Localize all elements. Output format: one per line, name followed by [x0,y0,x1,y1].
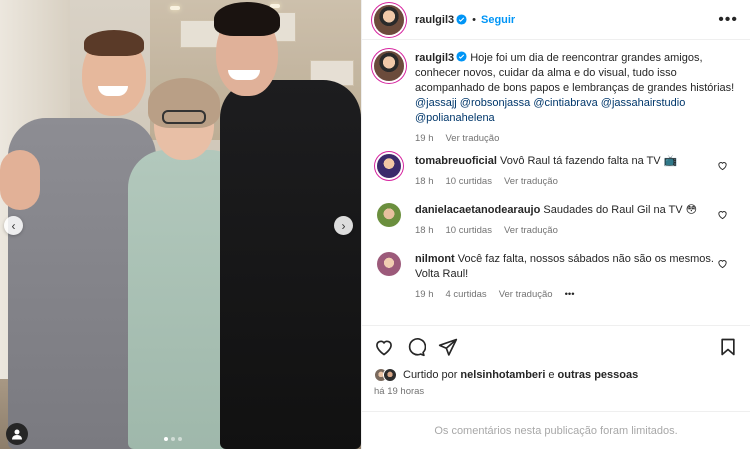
carousel-dot [164,437,168,441]
commenter-avatar[interactable] [377,203,401,227]
other-likers-link[interactable]: outras pessoas [558,369,639,381]
commenter-avatar[interactable] [377,154,401,178]
heart-icon[interactable] [374,337,394,357]
caption-age: 19 h [415,133,434,144]
mention-link[interactable]: @robsonjassa [460,97,530,109]
chevron-left-icon: ‹ [11,218,16,233]
mention-link[interactable]: @jassajj [415,97,457,109]
post-photo[interactable]: ‹ › [0,0,361,449]
likes-summary: Curtido por nelsinhotamberi e outras pes… [374,368,638,382]
bookmark-icon[interactable] [718,337,738,357]
carousel-prev-button[interactable]: ‹ [4,216,23,235]
carousel-indicator [164,437,182,441]
mention-link[interactable]: @polianahelena [415,112,495,124]
comment-item: danielacaetanodearaujo Saudades do Raul … [374,203,738,238]
heart-icon[interactable] [717,209,728,220]
author-username[interactable]: raulgil3 [415,14,454,26]
comment-likes-link[interactable]: 4 curtidas [446,287,487,302]
heart-icon[interactable] [717,258,728,269]
comment-likes-link[interactable]: 10 curtidas [446,174,492,189]
heart-icon[interactable] [717,160,728,171]
user-tag-icon [12,429,22,440]
comment-more-icon[interactable]: ••• [565,287,575,302]
see-translation-link[interactable]: Ver tradução [504,223,558,238]
instagram-post: ‹ › raulgil3 • Seguir ••• raulgil3 Hoje … [0,0,750,449]
chevron-right-icon: › [341,218,346,233]
see-translation-link[interactable]: Ver tradução [499,287,553,302]
carousel-next-button[interactable]: › [334,216,353,235]
comment-item: tomabreuoficial Vovô Raul tá fazendo fal… [374,154,738,189]
comment-age: 18 h [415,176,434,187]
likes-connector: e [548,369,555,381]
comment-likes-link[interactable]: 10 curtidas [446,223,492,238]
caption-username[interactable]: raulgil3 [415,52,454,64]
comment-username[interactable]: nilmont [415,253,455,265]
comment-icon[interactable] [406,337,426,357]
comment-item: nilmont Você faz falta, nossos sábados n… [374,252,738,302]
share-icon[interactable] [438,337,458,357]
comment-text: Vovô Raul tá fazendo falta na TV 📺 [499,155,678,167]
comment-text: Você faz falta, nossos sábados não são o… [415,253,714,280]
likes-prefix: Curtido por [403,369,458,381]
see-translation-link[interactable]: Ver tradução [504,174,558,189]
liker-username[interactable]: nelsinhotamberi [460,369,545,381]
commenter-avatar[interactable] [377,252,401,276]
author-avatar[interactable] [374,4,404,35]
carousel-dot [178,437,182,441]
comments-limited-notice: Os comentários nesta publicação foram li… [362,411,750,449]
post-caption: raulgil3 Hoje foi um dia de reencontrar … [374,51,738,146]
see-translation-link[interactable]: Ver tradução [446,131,500,146]
post-timestamp: há 19 horas [374,386,425,397]
comment-username[interactable]: tomabreuoficial [415,155,497,167]
post-action-bar [362,325,750,367]
comment-age: 18 h [415,225,434,236]
comment-text: Saudades do Raul Gil na TV 😳 [543,204,698,216]
mention-link[interactable]: @jassahairstudio [601,97,686,109]
comment-age: 19 h [415,289,434,300]
comments-list: raulgil3 Hoje foi um dia de reencontrar … [362,41,750,324]
follow-button[interactable]: Seguir [481,14,515,26]
header-separator: • [472,13,476,26]
tagged-users-button[interactable] [6,423,28,445]
carousel-dot [171,437,175,441]
comment-username[interactable]: danielacaetanodearaujo [415,204,540,216]
more-options-icon[interactable]: ••• [718,11,738,28]
post-header: raulgil3 • Seguir ••• [362,0,750,40]
verified-badge-icon [456,51,467,62]
liker-avatar [383,368,397,382]
author-avatar[interactable] [374,51,404,81]
verified-badge-icon [456,14,467,25]
mention-link[interactable]: @cintiabrava [533,97,597,109]
post-side-panel: raulgil3 • Seguir ••• raulgil3 Hoje foi … [361,0,750,449]
